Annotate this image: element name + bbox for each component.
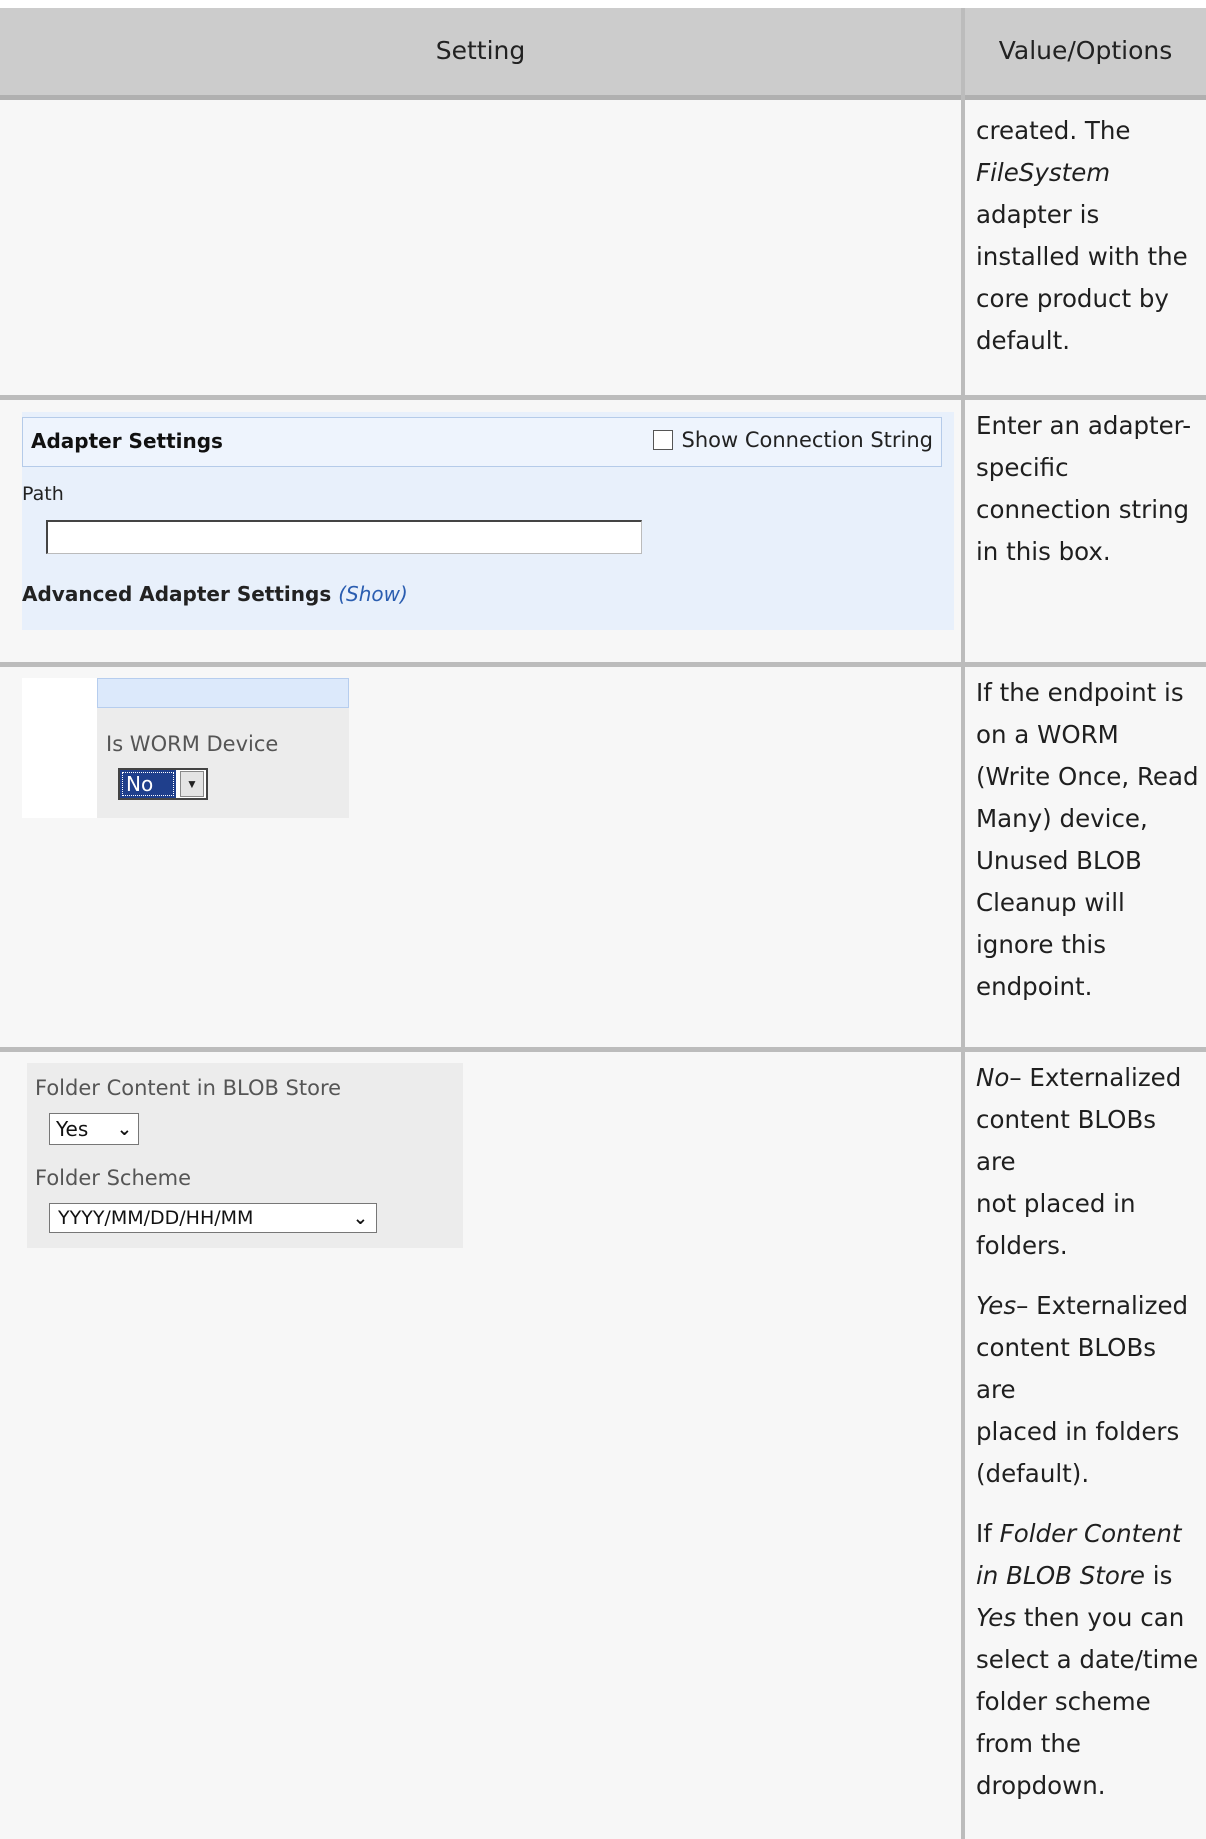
- folder-content-label: Folder Content in BLOB Store: [35, 1076, 342, 1100]
- worm-device-select[interactable]: No ▼: [118, 768, 208, 800]
- row3-line: Cleanup will: [976, 888, 1125, 917]
- advanced-adapter-settings: Advanced Adapter Settings (Show): [22, 582, 408, 606]
- folder-scheme-select[interactable]: YYYY/MM/DD/HH/MM ⌄: [49, 1203, 377, 1233]
- settings-table: Setting Value/Options created. The FileS…: [0, 0, 1206, 1839]
- folder-content-select[interactable]: Yes ⌄: [49, 1113, 139, 1145]
- chevron-down-icon: ⌄: [352, 1207, 368, 1229]
- option-yes: Yes: [976, 1291, 1017, 1320]
- row4-text: from the: [976, 1729, 1082, 1758]
- row2-line: Enter an adapter-: [976, 411, 1192, 440]
- folder-content-value: Yes: [56, 1117, 89, 1141]
- row1-line: created. The: [976, 116, 1131, 145]
- folder-content-yes-paragraph: Yes– Externalized content BLOBs are plac…: [976, 1285, 1202, 1495]
- table-header: Setting Value/Options: [0, 8, 1206, 100]
- folder-scheme-value: YYYY/MM/DD/HH/MM: [58, 1207, 254, 1229]
- row4-text: select a date/time: [976, 1645, 1199, 1674]
- folder-scheme-label: Folder Scheme: [35, 1166, 192, 1190]
- row4-text: is: [1145, 1561, 1173, 1590]
- row2-line: connection string: [976, 495, 1190, 524]
- row4-text: – Externalized: [1016, 1291, 1189, 1320]
- option-no: No: [976, 1063, 1010, 1092]
- row4-text: folder scheme: [976, 1687, 1151, 1716]
- row2-line: in this box.: [976, 537, 1111, 566]
- dropdown-arrow-icon[interactable]: ▼: [180, 771, 204, 797]
- row4-text: content BLOBs are: [976, 1333, 1157, 1404]
- folder-scheme-paragraph: If Folder Content in BLOB Store is Yes t…: [976, 1513, 1202, 1807]
- row4-value-cell: No– Externalized content BLOBs are not p…: [976, 1057, 1202, 1825]
- folder-content-ref: Folder Content: [999, 1519, 1182, 1548]
- row1-line: installed with the: [976, 242, 1188, 271]
- row3-value-cell: If the endpoint is on a WORM (Write Once…: [976, 672, 1202, 1008]
- row4-text: then you can: [1016, 1603, 1185, 1632]
- header-value-options: Value/Options: [998, 35, 1173, 65]
- row4-text: (default).: [976, 1459, 1090, 1488]
- row1-line: core product by: [976, 284, 1169, 313]
- row1-value-cell: created. The FileSystem adapter is insta…: [976, 110, 1202, 362]
- folder-content-no-paragraph: No– Externalized content BLOBs are not p…: [976, 1057, 1202, 1267]
- worm-panel-header: [97, 678, 349, 708]
- advanced-adapter-settings-label: Advanced Adapter Settings: [22, 582, 332, 606]
- row3-line: Unused BLOB: [976, 846, 1142, 875]
- row3-line: endpoint.: [976, 972, 1093, 1001]
- advanced-show-link[interactable]: (Show): [338, 582, 408, 606]
- row3-line: on a WORM: [976, 720, 1119, 749]
- adapter-settings-title: Adapter Settings: [31, 429, 223, 453]
- header-setting: Setting: [435, 35, 526, 65]
- row4-text: – Externalized: [1009, 1063, 1182, 1092]
- worm-device-value: No: [120, 770, 176, 798]
- folder-content-ref: in BLOB Store: [976, 1561, 1145, 1590]
- row4-text: If: [976, 1519, 1000, 1548]
- row4-text: folders.: [976, 1231, 1068, 1260]
- worm-device-label: Is WORM Device: [106, 732, 279, 756]
- row4-text: not placed in: [976, 1189, 1136, 1218]
- row1-line-emphasis: FileSystem: [976, 158, 1111, 187]
- column-divider: [961, 8, 965, 1839]
- show-connection-string-toggle[interactable]: Show Connection String: [653, 428, 933, 452]
- row3-line: If the endpoint is: [976, 678, 1184, 707]
- row3-line: Many) device,: [976, 804, 1148, 833]
- adapter-settings-header: Adapter Settings Show Connection String: [22, 417, 942, 467]
- option-yes-ref: Yes: [976, 1603, 1017, 1632]
- row3-line: (Write Once, Read: [976, 762, 1199, 791]
- row3-line: ignore this: [976, 930, 1106, 959]
- path-input[interactable]: [46, 520, 642, 554]
- path-label: Path: [22, 483, 64, 505]
- show-connection-checkbox[interactable]: [653, 430, 674, 450]
- row1-line: adapter is: [976, 200, 1100, 229]
- row4-text: dropdown.: [976, 1771, 1106, 1800]
- row2-value-cell: Enter an adapter- specific connection st…: [976, 405, 1202, 573]
- row2-line: specific: [976, 453, 1069, 482]
- worm-panel-spacer: [22, 678, 97, 818]
- row4-text: placed in folders: [976, 1417, 1180, 1446]
- row1-line: default.: [976, 326, 1070, 355]
- chevron-down-icon: ⌄: [116, 1118, 132, 1140]
- show-connection-label: Show Connection String: [681, 428, 933, 452]
- row4-text: content BLOBs are: [976, 1105, 1157, 1176]
